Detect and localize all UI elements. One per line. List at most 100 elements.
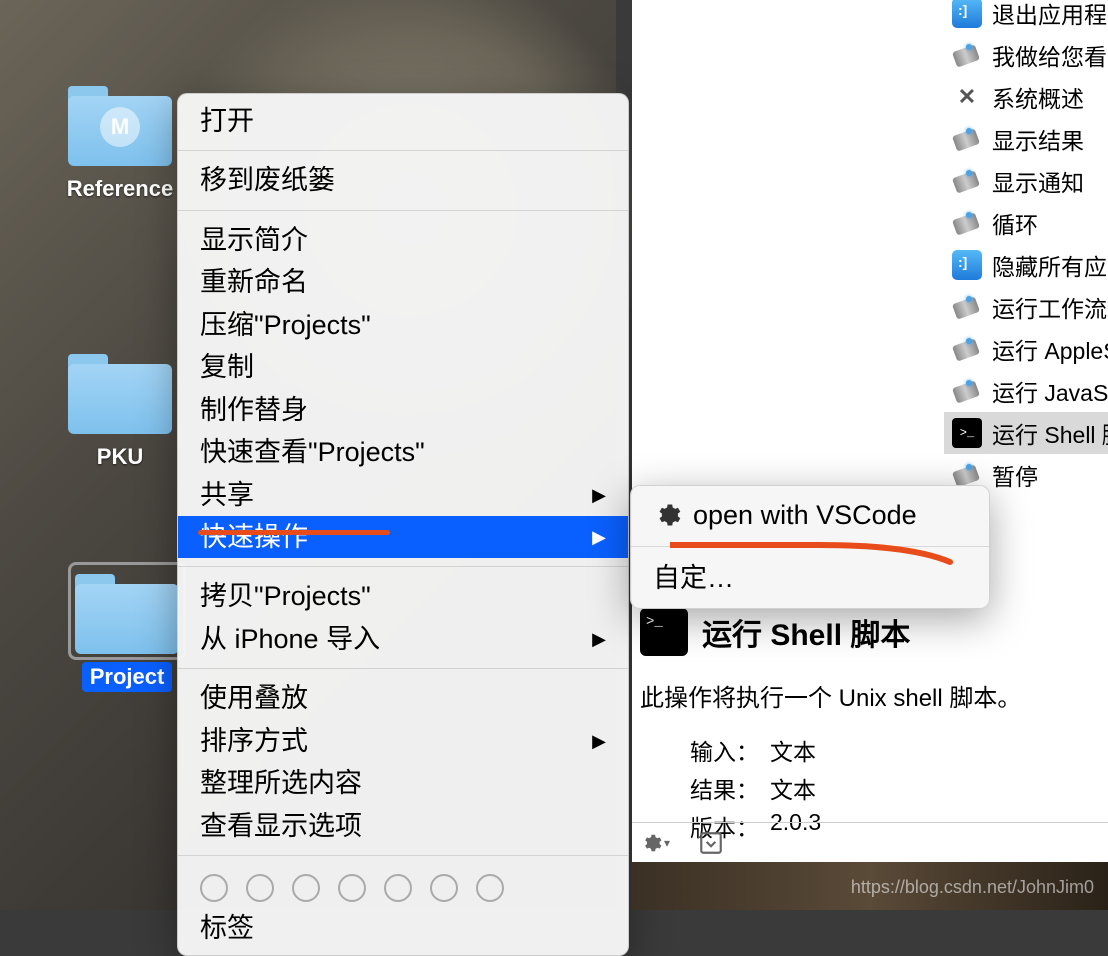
submenu-label: open with VSCode (693, 497, 917, 533)
terminal-icon: >_ (952, 418, 982, 448)
folder-icon: M (65, 78, 175, 168)
menu-tags[interactable]: 标签 (178, 906, 628, 949)
action-item[interactable]: 显示通知 (944, 160, 1108, 202)
automator-icon (952, 208, 982, 238)
menu-label: 排序方式 (200, 723, 308, 759)
annotation-underline-curved (670, 540, 960, 546)
folder-icon (72, 566, 182, 656)
mega-badge-icon: M (100, 107, 140, 147)
menu-alias[interactable]: 制作替身 (178, 389, 628, 431)
finder-icon (952, 0, 982, 28)
menu-sort-by[interactable]: 排序方式 ▶ (178, 720, 628, 762)
tag-color-4[interactable] (384, 874, 412, 902)
menu-open[interactable]: 打开 (178, 100, 628, 142)
action-label: 显示通知 (992, 164, 1084, 198)
context-menu: 打开 移到废纸篓 显示简介 重新命名 压缩"Projects" 复制 制作替身 … (177, 93, 629, 956)
menu-trash[interactable]: 移到废纸篓 (178, 159, 628, 201)
folder-label: PKU (89, 442, 151, 472)
detail-value: 文本 (770, 771, 816, 805)
action-item[interactable]: 我做给您看 (944, 34, 1108, 76)
detail-key: 输入： (690, 733, 770, 767)
action-item[interactable]: 运行工作流 (944, 286, 1108, 328)
menu-use-stacks[interactable]: 使用叠放 (178, 677, 628, 719)
action-item[interactable]: 运行 AppleS (944, 328, 1108, 370)
folder-reference[interactable]: M Reference (55, 78, 185, 204)
expand-icon (698, 830, 724, 856)
automator-icon (952, 40, 982, 70)
action-item[interactable]: 隐藏所有应 (944, 244, 1108, 286)
gear-icon (653, 501, 681, 529)
panel-toolbar: ▾ (632, 822, 1108, 862)
menu-label: 从 iPhone 导入 (200, 621, 380, 657)
terminal-icon: >_ (640, 608, 688, 656)
color-tags-row (178, 864, 628, 906)
menu-separator (178, 210, 628, 211)
tag-color-6[interactable] (476, 874, 504, 902)
menu-clean-up[interactable]: 整理所选内容 (178, 762, 628, 804)
tools-icon (952, 82, 982, 112)
menu-quicklook[interactable]: 快速查看"Projects" (178, 431, 628, 473)
menu-copy[interactable]: 复制 (178, 346, 628, 388)
tag-color-2[interactable] (292, 874, 320, 902)
menu-copy-path[interactable]: 拷贝"Projects" (178, 575, 628, 617)
detail-value: 文本 (770, 733, 816, 767)
tag-color-3[interactable] (338, 874, 366, 902)
action-label: 循环 (992, 206, 1038, 240)
menu-separator (178, 668, 628, 669)
menu-compress[interactable]: 压缩"Projects" (178, 304, 628, 346)
action-label: 显示结果 (992, 122, 1084, 156)
action-detail: >_ 运行 Shell 脚本 此操作将执行一个 Unix shell 脚本。 输… (632, 600, 1108, 845)
submenu-open-vscode[interactable]: open with VSCode (631, 492, 989, 538)
tag-color-5[interactable] (430, 874, 458, 902)
action-label: 运行 AppleS (992, 332, 1108, 366)
folder-projects[interactable]: Project (62, 566, 192, 692)
action-item[interactable]: 运行 JavaSc (944, 370, 1108, 412)
action-item[interactable]: 系统概述 (944, 76, 1108, 118)
detail-title: 运行 Shell 脚本 (702, 610, 910, 654)
folder-pku[interactable]: PKU (55, 346, 185, 472)
menu-quick-actions[interactable]: 快速操作 ▶ (178, 516, 628, 558)
action-label: 我做给您看 (992, 38, 1107, 72)
chevron-down-icon: ▾ (664, 836, 670, 850)
menu-rename[interactable]: 重新命名 (178, 261, 628, 303)
action-label: 运行工作流 (992, 290, 1107, 324)
action-label: 运行 JavaSc (992, 374, 1108, 408)
automator-icon (952, 334, 982, 364)
menu-view-options[interactable]: 查看显示选项 (178, 805, 628, 847)
chevron-right-icon: ▶ (592, 525, 606, 549)
action-label: 系统概述 (992, 80, 1084, 114)
action-item[interactable]: >_ 运行 Shell 脚 (944, 412, 1108, 454)
automator-icon (952, 376, 982, 406)
detail-result-row: 结果： 文本 (640, 769, 1100, 807)
tag-color-none[interactable] (200, 874, 228, 902)
automator-icon (952, 292, 982, 322)
toolbar-gear-button[interactable]: ▾ (640, 832, 670, 854)
automator-icon (952, 124, 982, 154)
menu-info[interactable]: 显示简介 (178, 219, 628, 261)
folder-icon (65, 346, 175, 436)
chevron-right-icon: ▶ (592, 483, 606, 507)
detail-input-row: 输入： 文本 (640, 731, 1100, 769)
action-label: 运行 Shell 脚 (992, 416, 1108, 450)
gear-icon (640, 832, 662, 854)
finder-icon (952, 250, 982, 280)
watermark-text: https://blog.csdn.net/JohnJim0 (851, 877, 1094, 898)
automator-panel: 退出应用程我做给您看系统概述显示结果显示通知循环隐藏所有应运行工作流运行 App… (632, 0, 1108, 910)
annotation-underline (198, 530, 390, 535)
chevron-right-icon: ▶ (592, 627, 606, 651)
menu-label: 快速操作 (200, 519, 308, 555)
action-library-list[interactable]: 退出应用程我做给您看系统概述显示结果显示通知循环隐藏所有应运行工作流运行 App… (944, 0, 1108, 496)
menu-label: 共享 (200, 477, 254, 513)
menu-separator (178, 855, 628, 856)
menu-share[interactable]: 共享 ▶ (178, 474, 628, 516)
folder-label: Project (82, 662, 173, 692)
toolbar-expand-button[interactable] (698, 830, 724, 856)
action-label: 退出应用程 (992, 0, 1107, 30)
action-item[interactable]: 显示结果 (944, 118, 1108, 160)
tag-color-1[interactable] (246, 874, 274, 902)
chevron-right-icon: ▶ (592, 729, 606, 753)
menu-import-iphone[interactable]: 从 iPhone 导入 ▶ (178, 618, 628, 660)
action-item[interactable]: 循环 (944, 202, 1108, 244)
detail-key: 结果： (690, 771, 770, 805)
action-item[interactable]: 退出应用程 (944, 0, 1108, 34)
